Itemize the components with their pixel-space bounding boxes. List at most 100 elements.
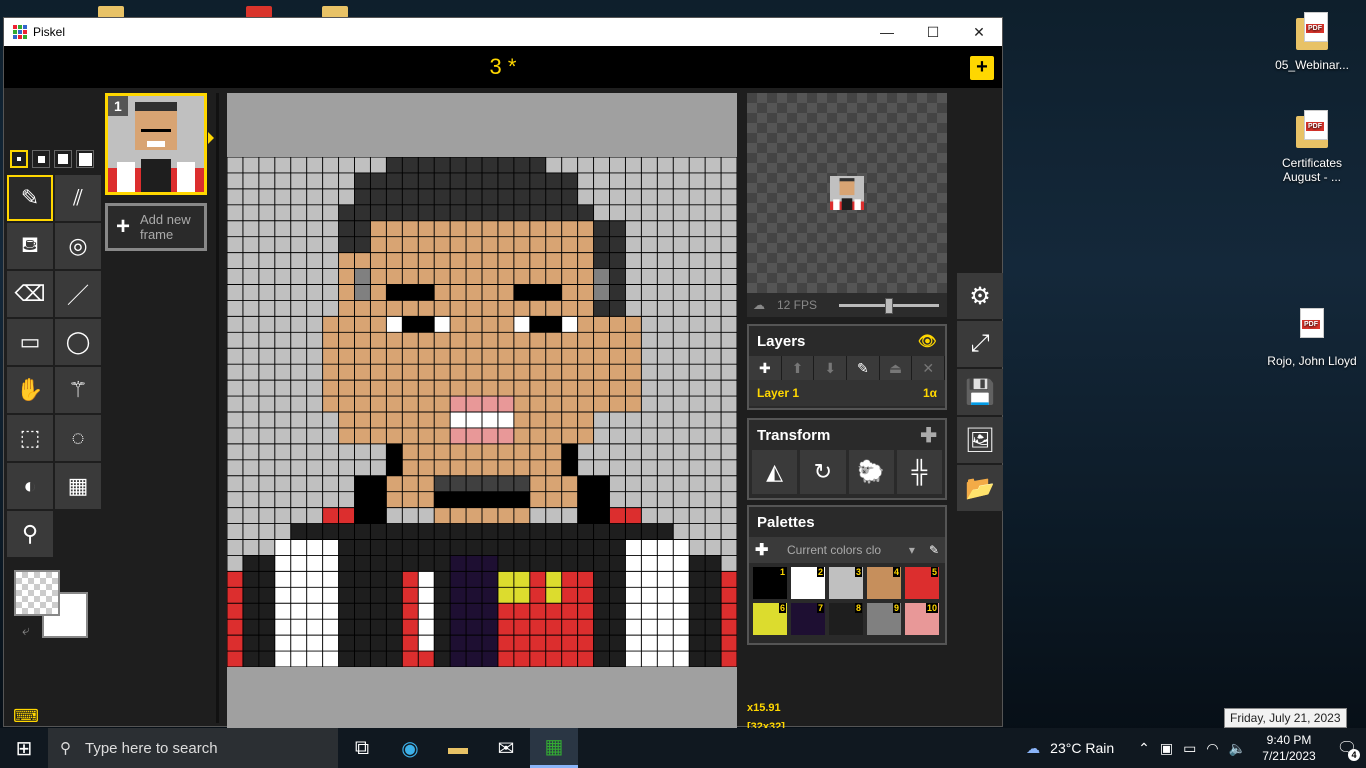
layer-opacity[interactable]: 1α: [923, 386, 937, 400]
pen-size-3[interactable]: [54, 150, 72, 168]
eye-icon[interactable]: 👁: [918, 332, 937, 350]
weather-icon[interactable]: ☁: [1026, 740, 1040, 757]
swatch-number: 6: [778, 603, 786, 613]
sheep-icon: 🐑: [857, 459, 885, 484]
edit-palette-button[interactable]: ✎: [929, 543, 939, 557]
weather-text[interactable]: 23°C Rain: [1050, 740, 1114, 756]
palette-swatch[interactable]: 6: [753, 603, 787, 635]
edit-layer-button[interactable]: ✎: [847, 356, 879, 380]
edge-button[interactable]: ◉: [386, 728, 434, 768]
pen-size-4[interactable]: [76, 150, 94, 168]
swap-colors-icon[interactable]: ⤶: [22, 622, 30, 639]
center-button[interactable]: ╬: [896, 450, 942, 494]
dithering-tool[interactable]: ▦: [55, 463, 101, 509]
rectangle-selection-tool[interactable]: ⬚: [7, 415, 53, 461]
clock[interactable]: 9:40 PM 7/21/2023: [1256, 732, 1322, 764]
palette-swatch[interactable]: 2: [791, 567, 825, 599]
import-button[interactable]: 📂: [957, 465, 1003, 511]
vertical-mirror-pen-tool[interactable]: ⫽: [55, 175, 101, 221]
merge-layer-button[interactable]: ⏏: [879, 356, 912, 380]
move-layer-up-button[interactable]: ⬆: [781, 356, 814, 380]
palette-swatch[interactable]: 7: [791, 603, 825, 635]
file-explorer-button[interactable]: ▬: [434, 728, 482, 768]
palette-swatch[interactable]: 4: [867, 567, 901, 599]
resize-button[interactable]: ⤢: [957, 321, 1003, 367]
start-button[interactable]: ⊞: [0, 728, 48, 768]
maximize-icon: ☐: [926, 23, 940, 40]
chevron-up-icon[interactable]: ⌃: [1138, 740, 1150, 757]
palette-swatch[interactable]: 1: [753, 567, 787, 599]
plus-icon[interactable]: ✚: [920, 423, 937, 448]
minimize-button[interactable]: —: [864, 18, 910, 46]
chevron-down-icon[interactable]: ▾: [909, 543, 915, 557]
layer-name: Layer 1: [757, 386, 800, 400]
wifi-icon[interactable]: ◠: [1206, 740, 1218, 757]
windows-icon: ⊞: [15, 737, 33, 760]
palette-swatches: 1 2 3 4 5 6 7 8 9 10: [749, 563, 945, 639]
onion-skin-icon[interactable]: ☁: [753, 298, 765, 312]
close-button[interactable]: ✕: [956, 18, 1002, 46]
move-tool[interactable]: ✋: [7, 367, 53, 413]
paint-bucket-tool[interactable]: ⛾: [7, 223, 53, 269]
swatch-number: 1: [778, 567, 786, 577]
volume-icon[interactable]: 🔈: [1229, 740, 1246, 757]
folder-icon: ▬: [448, 736, 468, 759]
mail-button[interactable]: ✉: [482, 728, 530, 768]
color-picker-tool[interactable]: ⚲: [7, 511, 53, 557]
palette-select[interactable]: Current colors clo: [787, 543, 905, 557]
rotate-icon: ↻: [813, 459, 833, 484]
eraser-tool[interactable]: ⌫: [7, 271, 53, 317]
pen-tool[interactable]: ✎: [7, 175, 53, 221]
flip-button[interactable]: ◭: [752, 450, 798, 494]
paint-all-same-color-tool[interactable]: ◎: [55, 223, 101, 269]
palettes-title: Palettes: [757, 513, 815, 531]
desktop-icon-rojo[interactable]: PDF Rojo, John Lloyd: [1264, 308, 1360, 368]
add-palette-button[interactable]: ✚: [755, 540, 783, 560]
transform-title: Transform: [757, 426, 831, 444]
eyedropper-icon: ⚲: [21, 521, 39, 546]
move-layer-down-button[interactable]: ⬇: [814, 356, 847, 380]
delete-layer-button[interactable]: ✕: [912, 356, 945, 380]
keyboard-shortcuts-icon[interactable]: ⌨: [13, 706, 39, 727]
palette-swatch[interactable]: 9: [867, 603, 901, 635]
taskbar-search[interactable]: ⚲ Type here to search: [48, 728, 338, 768]
rotate-button[interactable]: ↻: [800, 450, 846, 494]
pen-size-2[interactable]: [32, 150, 50, 168]
stroke-tool[interactable]: ／: [55, 271, 101, 317]
palette-swatch[interactable]: 10: [905, 603, 939, 635]
meet-icon[interactable]: ▣: [1160, 740, 1173, 757]
maximize-button[interactable]: ☐: [910, 18, 956, 46]
palette-swatch[interactable]: 3: [829, 567, 863, 599]
notifications-button[interactable]: 🗨 4: [1332, 733, 1362, 763]
lasso-selection-tool[interactable]: ◌: [55, 415, 101, 461]
palette-swatch[interactable]: 8: [829, 603, 863, 635]
tool-palette: ✎ ⫽ ⛾ ◎ ⌫ ／ ▭ ◯ ✋ ⚚ ⬚ ◌ ◐ ▦ ⚲: [7, 175, 101, 557]
rectangle-tool[interactable]: ▭: [7, 319, 53, 365]
circle-tool[interactable]: ◯: [55, 319, 101, 365]
pen-size-1[interactable]: [10, 150, 28, 168]
add-layer-button[interactable]: ✚: [749, 356, 781, 380]
shape-selection-tool[interactable]: ⚚: [55, 367, 101, 413]
task-view-button[interactable]: ⧉: [338, 728, 386, 768]
drawing-canvas[interactable]: [227, 93, 737, 728]
desktop-icon-certificates[interactable]: PDF Certificates August - ...: [1264, 110, 1360, 184]
swatch-number: 9: [892, 603, 900, 613]
desktop-icon-webinar[interactable]: PDF 05_Webinar...: [1264, 12, 1360, 72]
save-button[interactable]: 💾: [957, 369, 1003, 415]
palette-swatch[interactable]: 5: [905, 567, 939, 599]
fps-slider-handle[interactable]: [885, 297, 894, 314]
lighten-tool[interactable]: ◐: [7, 463, 53, 509]
new-sprite-button[interactable]: +: [970, 56, 994, 80]
add-frame-button[interactable]: + Add new frame: [105, 203, 207, 251]
clone-button[interactable]: 🐑: [848, 450, 894, 494]
battery-icon[interactable]: ▭: [1183, 740, 1196, 757]
primary-color[interactable]: [14, 570, 60, 616]
fps-slider[interactable]: [839, 297, 940, 314]
frame-thumbnail[interactable]: 1: [105, 93, 207, 195]
layer-item[interactable]: Layer 1 1α: [749, 380, 945, 406]
piskel-taskbar-button[interactable]: ▦: [530, 728, 578, 768]
export-button[interactable]: 🖼: [957, 417, 1003, 463]
image-icon: 🖼: [964, 426, 996, 454]
settings-button[interactable]: ⚙: [957, 273, 1003, 319]
document-title[interactable]: 3 *: [4, 54, 1002, 80]
